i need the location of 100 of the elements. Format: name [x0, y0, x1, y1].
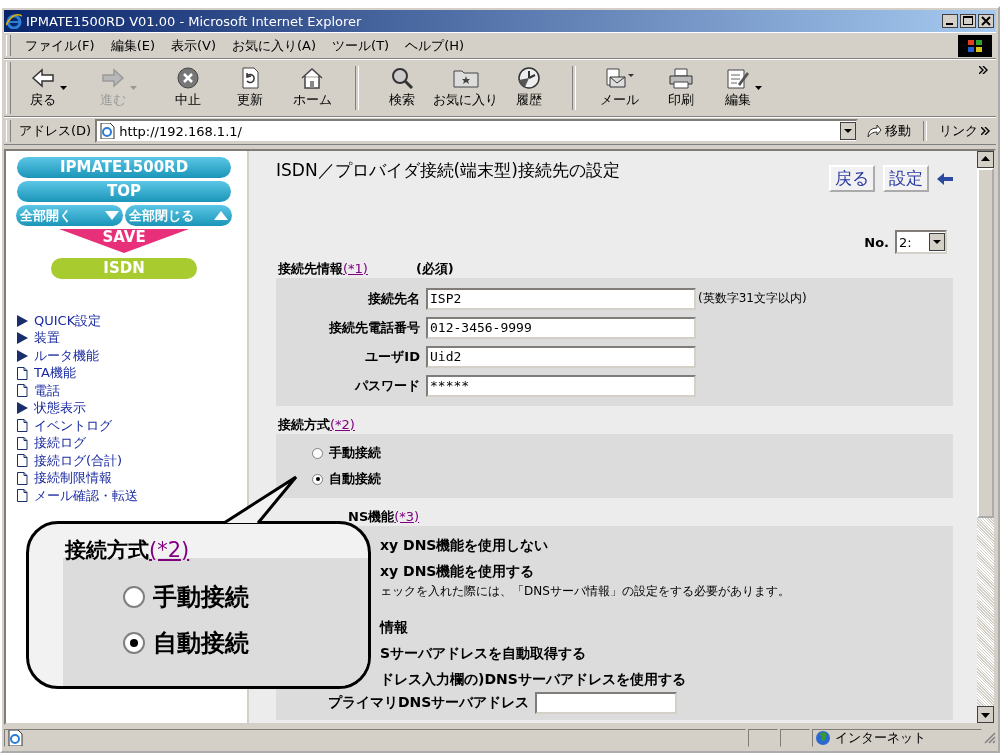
- dropdown-button[interactable]: [840, 122, 856, 140]
- triangle-icon: [16, 332, 28, 345]
- mode-badge: ISDN: [51, 258, 197, 279]
- scroll-thumb[interactable]: [977, 168, 994, 518]
- resize-grip-icon: [984, 732, 996, 744]
- chevron-icon: [981, 127, 990, 135]
- menu-item[interactable]: 編集(E): [102, 34, 163, 57]
- subsection-heading: 情報: [380, 618, 409, 637]
- address-label: アドレス(D): [19, 122, 92, 140]
- toolbar-button[interactable]: お気に入り: [433, 67, 498, 109]
- toolbar-button[interactable]: 履歴: [498, 67, 560, 109]
- toolbar-button[interactable]: 検索: [371, 67, 433, 109]
- toolbar-button[interactable]: 編集: [712, 67, 782, 109]
- windows-flag-icon: [958, 34, 992, 57]
- footnote-link[interactable]: (*2): [149, 538, 190, 562]
- field-label: 接続先電話番号: [328, 318, 421, 337]
- page-icon: [16, 489, 28, 503]
- toolbar-button[interactable]: 更新: [219, 67, 281, 109]
- page-button[interactable]: 設定: [883, 165, 929, 192]
- url-input[interactable]: http://192.168.1.1/: [119, 123, 836, 139]
- option-label: 自動接続: [153, 628, 249, 659]
- required-label: (必須): [415, 260, 454, 278]
- nav-link[interactable]: 接続ログ: [34, 434, 86, 453]
- field-label: 接続先名: [367, 289, 421, 308]
- close-button[interactable]: [978, 14, 994, 28]
- nav-link[interactable]: ルータ機能: [34, 346, 99, 365]
- radio-button[interactable]: [123, 632, 145, 654]
- nav-link[interactable]: メール確認・転送: [34, 486, 138, 505]
- menu-item[interactable]: ファイル(F): [17, 34, 103, 57]
- nav-link[interactable]: 接続ログ(合計): [34, 451, 123, 470]
- toolbar-button[interactable]: 中止: [157, 67, 219, 109]
- minimize-button[interactable]: [942, 14, 958, 28]
- status-pane: [780, 729, 810, 747]
- menu-item[interactable]: ヘルプ(H): [397, 34, 473, 57]
- page-icon: [16, 384, 28, 398]
- dropdown-caret-icon[interactable]: [59, 86, 67, 90]
- toolbar-button[interactable]: ホーム: [281, 67, 343, 109]
- address-field[interactable]: http://192.168.1.1/: [95, 119, 858, 143]
- nav-link[interactable]: QUICK設定: [34, 311, 102, 330]
- maximize-button[interactable]: [960, 14, 976, 28]
- mail-icon: [604, 67, 634, 89]
- zone-label: インターネット: [835, 729, 926, 747]
- footnote-link[interactable]: (*3): [394, 509, 420, 524]
- up-triangle-icon: [214, 211, 228, 220]
- page-title: ISDN／プロバイダ接続(端末型)接続先の設定: [276, 159, 620, 182]
- radio-button[interactable]: [123, 586, 145, 608]
- nav-link[interactable]: TA機能: [34, 364, 76, 383]
- section-heading: 接続方式: [278, 416, 330, 434]
- dropdown-caret-icon[interactable]: [754, 86, 762, 90]
- number-select[interactable]: 2:: [895, 230, 947, 254]
- radio-button[interactable]: [312, 447, 323, 459]
- nav-link[interactable]: 装置: [34, 329, 60, 348]
- go-arrow-icon: [866, 124, 882, 138]
- chevron-icon[interactable]: [979, 66, 988, 74]
- nav-link[interactable]: 状態表示: [34, 399, 86, 418]
- page-icon: [16, 454, 28, 468]
- field-hint: (英数字31文字以内): [698, 290, 807, 307]
- page-icon: [16, 366, 28, 380]
- text-field[interactable]: [535, 692, 678, 714]
- option-label: Sサーバアドレスを自動取得する: [380, 644, 588, 663]
- triangle-icon: [16, 402, 28, 415]
- history-clock-icon: [517, 67, 541, 89]
- menu-item[interactable]: 表示(V): [163, 34, 225, 57]
- nav-link[interactable]: 接続制限情報: [34, 469, 112, 488]
- page-icon: [16, 436, 28, 450]
- forward-arrow-icon: [100, 67, 125, 89]
- menu-item[interactable]: ツール(T): [324, 34, 398, 57]
- window-title: IPMATE1500RD V01.00 - Microsoft Internet Explorer: [26, 13, 363, 29]
- field-label: プライマリDNSサーバアドレス: [328, 694, 530, 712]
- text-field[interactable]: Uid2: [426, 345, 696, 368]
- toolbar-button[interactable]: メール: [588, 67, 650, 109]
- edit-pad-icon: [725, 67, 750, 89]
- toolbar-button[interactable]: 戻る: [17, 67, 87, 109]
- option-label: 手動接続: [153, 582, 249, 613]
- section-heading: 接続先情報: [278, 260, 343, 278]
- page-button[interactable]: 戻る: [829, 165, 875, 192]
- nav-link[interactable]: イベントログ: [34, 416, 112, 435]
- search-icon: [390, 67, 414, 89]
- option-label: ドレス入力欄の)DNSサーバアドレスを使用する: [380, 670, 687, 689]
- page-icon: [99, 123, 116, 139]
- globe-icon: [815, 730, 831, 746]
- vertical-scrollbar[interactable]: [977, 151, 994, 723]
- menu-item[interactable]: お気に入り(A): [224, 34, 325, 57]
- text-field[interactable]: ISP2: [426, 287, 696, 310]
- toolbar-button[interactable]: 印刷: [650, 67, 712, 109]
- links-button[interactable]: リンク: [933, 122, 996, 140]
- footnote-link[interactable]: (*1): [343, 261, 368, 276]
- footnote-link[interactable]: (*2): [330, 417, 355, 432]
- browser-logo-icon: [6, 13, 22, 29]
- back-arrow-icon: [30, 67, 55, 89]
- section-heading: 接続方式: [65, 537, 149, 564]
- page-icon: [16, 471, 28, 485]
- text-field[interactable]: *****: [426, 374, 696, 397]
- field-label: ユーザID: [364, 347, 421, 366]
- nav-link[interactable]: 電話: [34, 381, 60, 400]
- save-button[interactable]: SAVE: [59, 229, 189, 253]
- radio-button[interactable]: [312, 473, 323, 485]
- option-label: xy DNS機能を使用しない: [380, 536, 550, 555]
- text-field[interactable]: 012-3456-9999: [426, 316, 696, 339]
- go-button[interactable]: 移動: [860, 122, 917, 140]
